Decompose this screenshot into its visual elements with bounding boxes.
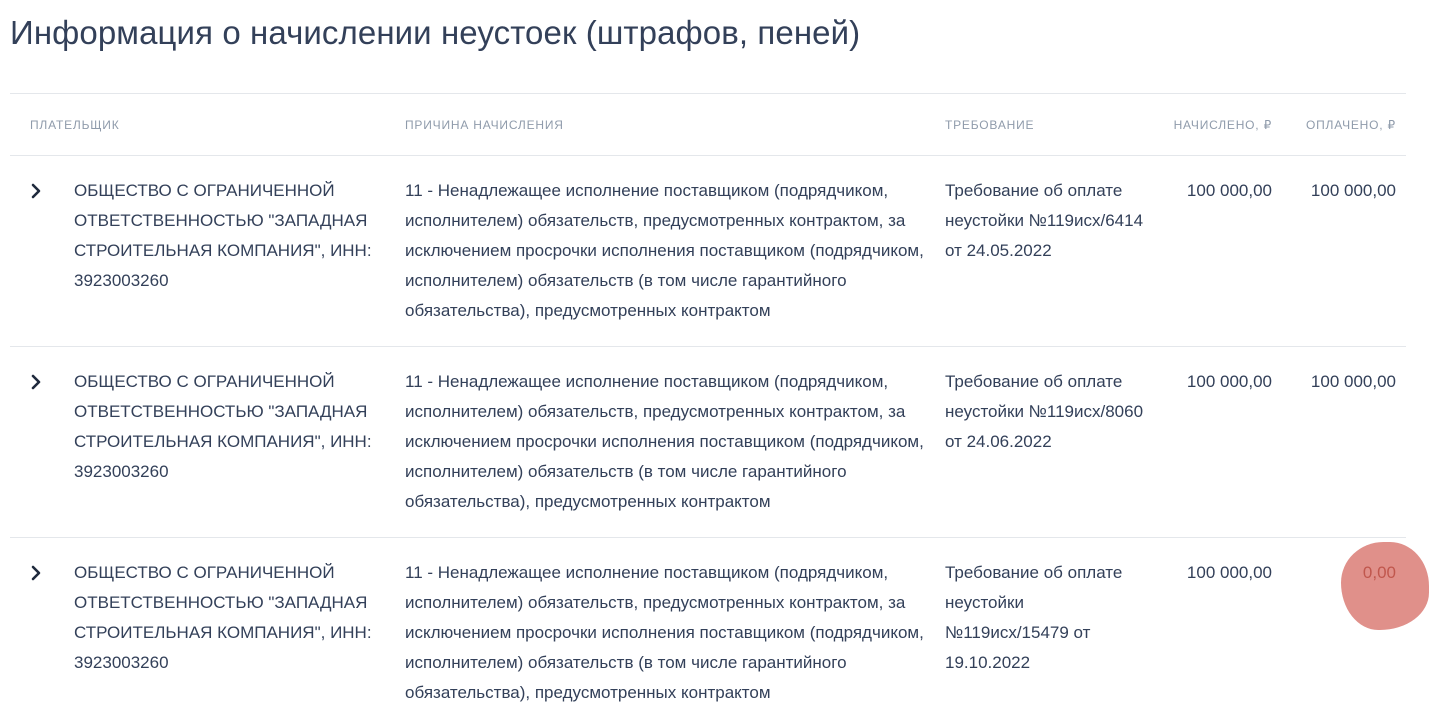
reason-cell: 11 - Ненадлежащее исполнение поставщиком… [405, 563, 924, 702]
chevron-right-icon[interactable] [28, 564, 46, 582]
table-header: ПЛАТЕЛЬЩИК ПРИЧИНА НАЧИСЛЕНИЯ ТРЕБОВАНИЕ… [10, 93, 1406, 156]
table-row[interactable]: ОБЩЕСТВО С ОГРАНИЧЕННОЙ ОТВЕТСТВЕННОСТЬЮ… [10, 538, 1429, 728]
demand-cell: Требование об оплате неустойки №119исх/8… [945, 372, 1144, 451]
column-header-demand: ТРЕБОВАНИЕ [945, 118, 1035, 132]
paid-amount: 0,00 [1362, 563, 1396, 582]
column-header-reason: ПРИЧИНА НАЧИСЛЕНИЯ [405, 118, 564, 132]
payer-cell: ОБЩЕСТВО С ОГРАНИЧЕННОЙ ОТВЕТСТВЕННОСТЬЮ… [74, 372, 372, 481]
reason-cell: 11 - Ненадлежащее исполнение поставщиком… [405, 372, 924, 511]
chevron-right-icon[interactable] [28, 182, 46, 200]
payer-cell: ОБЩЕСТВО С ОГРАНИЧЕННОЙ ОТВЕТСТВЕННОСТЬЮ… [74, 563, 372, 672]
column-header-payer: ПЛАТЕЛЬЩИК [30, 118, 120, 132]
charged-amount: 100 000,00 [1186, 181, 1272, 200]
column-header-charged: НАЧИСЛЕНО, ₽ [1173, 118, 1272, 132]
demand-cell: Требование об оплате неустойки №119исх/1… [945, 563, 1123, 672]
table-row[interactable]: ОБЩЕСТВО С ОГРАНИЧЕННОЙ ОТВЕТСТВЕННОСТЬЮ… [10, 347, 1406, 538]
chevron-right-icon[interactable] [28, 373, 46, 391]
charged-amount: 100 000,00 [1186, 372, 1272, 391]
reason-cell: 11 - Ненадлежащее исполнение поставщиком… [405, 181, 924, 320]
paid-amount: 100 000,00 [1310, 372, 1396, 391]
demand-cell: Требование об оплате неустойки №119исх/6… [945, 181, 1144, 260]
penalties-table: ПЛАТЕЛЬЩИК ПРИЧИНА НАЧИСЛЕНИЯ ТРЕБОВАНИЕ… [10, 93, 1429, 728]
table-row[interactable]: ОБЩЕСТВО С ОГРАНИЧЕННОЙ ОТВЕТСТВЕННОСТЬЮ… [10, 156, 1406, 347]
paid-amount: 100 000,00 [1310, 181, 1396, 200]
payer-cell: ОБЩЕСТВО С ОГРАНИЧЕННОЙ ОТВЕТСТВЕННОСТЬЮ… [74, 181, 372, 290]
page-title: Информация о начислении неустоек (штрафо… [10, 14, 861, 51]
charged-amount: 100 000,00 [1186, 563, 1272, 582]
column-header-paid: ОПЛАЧЕНО, ₽ [1305, 118, 1396, 132]
